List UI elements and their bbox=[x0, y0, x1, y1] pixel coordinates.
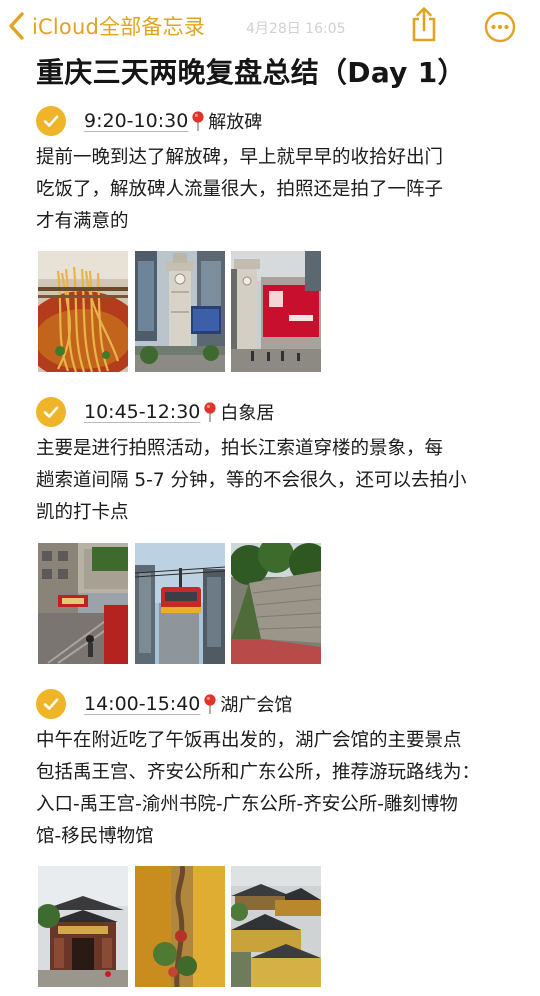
share-icon bbox=[412, 7, 436, 42]
place-name: 白象居 bbox=[220, 403, 275, 424]
checklist-item: 14:00-15:40 湖广会馆 bbox=[36, 687, 292, 721]
text-line: 包括禹王宫、齐安公所和广东公所，推荐游玩路线为： bbox=[36, 762, 481, 783]
map-pin-icon bbox=[204, 402, 216, 422]
place-name: 湖广会馆 bbox=[220, 695, 293, 716]
checklist-item: 9:20-10:30 解放碑 bbox=[36, 104, 262, 138]
map-pin-icon bbox=[204, 694, 216, 714]
text-line: 凯的打卡点 bbox=[36, 502, 129, 523]
text-line: 趟索道间隔 5-7 分钟，等的不会很久，还可以去拍小 bbox=[36, 470, 467, 491]
share-button[interactable] bbox=[409, 6, 439, 44]
text-line: 中午在附近吃了午饭再出发的，湖广会馆的主要景点 bbox=[36, 730, 462, 751]
photo-row bbox=[38, 251, 328, 372]
note-date: 4月28日 16:05 bbox=[246, 21, 346, 37]
text-line: 入口-禹王宫-渝州书院-广东公所-齐安公所-雕刻博物 bbox=[36, 794, 458, 815]
photo-cable-car[interactable] bbox=[135, 543, 225, 664]
photo-monument[interactable] bbox=[135, 251, 225, 372]
ellipsis-circle-icon bbox=[484, 11, 516, 43]
section-description: 提前一晚到达了解放碑，早上就早早的收拾好出门 吃饭了，解放碑人流量很大，拍照还是… bbox=[36, 142, 506, 238]
section-description: 主要是进行拍照活动，拍长江索道穿楼的景象，每 趟索道间隔 5-7 分钟，等的不会… bbox=[36, 433, 506, 529]
checkmark-circle-icon[interactable] bbox=[36, 106, 66, 136]
photo-guild-gate[interactable] bbox=[38, 866, 128, 987]
photo-row bbox=[38, 543, 328, 664]
text-line: 主要是进行拍照活动，拍长江索道穿楼的景象，每 bbox=[36, 438, 444, 459]
photo-noodles[interactable] bbox=[38, 251, 128, 372]
section-description: 中午在附近吃了午饭再出发的，湖广会馆的主要景点 包括禹王宫、齐安公所和广东公所，… bbox=[36, 725, 506, 853]
photo-old-street[interactable] bbox=[38, 543, 128, 664]
text-line: 才有满意的 bbox=[36, 211, 129, 232]
text-line: 吃饭了，解放碑人流量很大，拍照还是拍了一阵子 bbox=[36, 179, 444, 200]
checkmark-circle-icon[interactable] bbox=[36, 397, 66, 427]
photo-square[interactable] bbox=[231, 251, 321, 372]
text-line: 馆-移民博物馆 bbox=[36, 826, 154, 847]
map-pin-icon bbox=[192, 111, 204, 131]
checklist-item: 10:45-12:30 白象居 bbox=[36, 395, 274, 429]
note-title[interactable]: 重庆三天两晚复盘总结（Day 1） bbox=[36, 51, 466, 91]
chevron-left-icon bbox=[9, 12, 24, 40]
time-range[interactable]: 10:45-12:30 bbox=[84, 401, 200, 423]
navigation-bar: iCloud全部备忘录 4月28日 16:05 bbox=[0, 0, 540, 52]
photo-row bbox=[38, 866, 328, 987]
time-range[interactable]: 9:20-10:30 bbox=[84, 110, 188, 132]
text-line: 提前一晚到达了解放碑，早上就早早的收拾好出门 bbox=[36, 147, 444, 168]
place-name: 解放碑 bbox=[208, 112, 263, 133]
photo-wall-path[interactable] bbox=[231, 543, 321, 664]
photo-rooftops[interactable] bbox=[231, 866, 321, 987]
photo-yellow-wall[interactable] bbox=[135, 866, 225, 987]
back-button-label: iCloud全部备忘录 bbox=[32, 15, 206, 39]
time-range[interactable]: 14:00-15:40 bbox=[84, 693, 200, 715]
checkmark-circle-icon[interactable] bbox=[36, 689, 66, 719]
more-button[interactable] bbox=[484, 11, 516, 43]
back-button[interactable]: iCloud全部备忘录 bbox=[8, 10, 205, 42]
